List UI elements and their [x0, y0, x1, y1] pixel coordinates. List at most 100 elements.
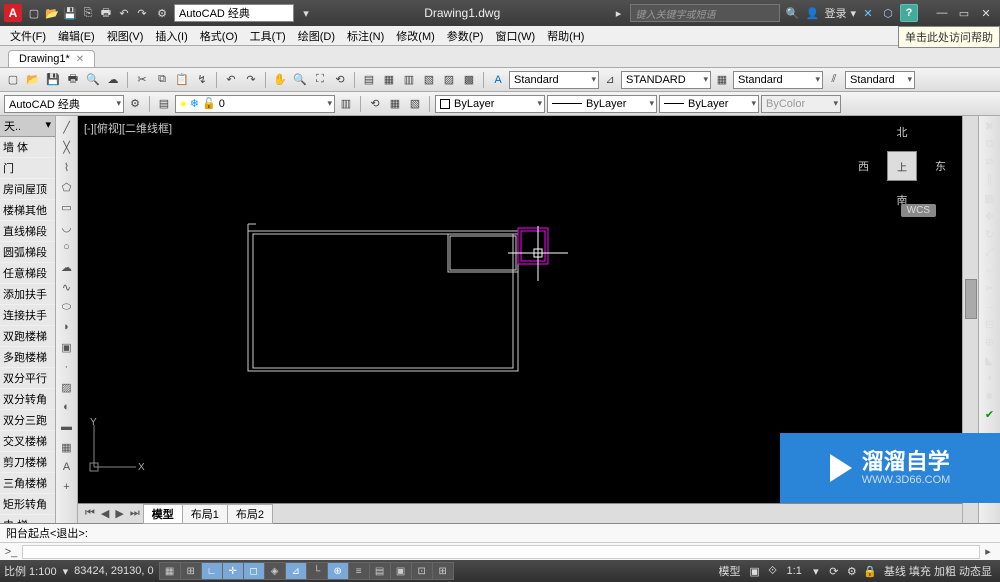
- explode-icon[interactable]: ✸: [982, 388, 998, 404]
- hatch-icon[interactable]: ▨: [58, 378, 76, 396]
- tab-first-icon[interactable]: ⏮: [82, 507, 98, 520]
- minimize-icon[interactable]: —: [932, 5, 952, 21]
- cut-icon[interactable]: ✂: [133, 71, 151, 89]
- table-icon[interactable]: ▦: [58, 438, 76, 456]
- ws-gear-icon[interactable]: ⚙: [126, 95, 144, 113]
- palette-menu-icon[interactable]: ▾: [45, 118, 51, 134]
- login-button[interactable]: 👤 登录 ▾: [804, 5, 856, 21]
- addsel-icon[interactable]: +: [58, 478, 76, 496]
- layout-quick-icon[interactable]: ▣: [747, 563, 763, 579]
- pline-icon[interactable]: ⌇: [58, 158, 76, 176]
- watermark-banner[interactable]: 溜溜自学 WWW.3D66.COM: [780, 433, 1000, 503]
- ortho-toggle[interactable]: ∟: [201, 562, 223, 580]
- arc-icon[interactable]: ◡: [58, 218, 76, 236]
- rotate-icon[interactable]: ↻: [982, 226, 998, 242]
- ws-switch-icon[interactable]: ⚙: [844, 563, 860, 579]
- layer-mgr-icon[interactable]: ▤: [155, 95, 173, 113]
- scale-icon[interactable]: ⤢: [982, 244, 998, 260]
- xline-icon[interactable]: ╳: [58, 138, 76, 156]
- anno-vis-icon[interactable]: ▾: [808, 563, 824, 579]
- spline-icon[interactable]: ∿: [58, 278, 76, 296]
- tab-last-icon[interactable]: ⏭: [127, 507, 143, 520]
- sc-toggle[interactable]: ⊡: [411, 562, 433, 580]
- linetype-dropdown[interactable]: ByLayer: [547, 95, 657, 113]
- undo2-icon[interactable]: ↶: [222, 71, 240, 89]
- help-icon[interactable]: ?: [900, 4, 918, 22]
- palette-item[interactable]: 添加扶手: [0, 284, 55, 305]
- textstyle-icon[interactable]: A: [489, 71, 507, 89]
- palette-item[interactable]: 任意梯段: [0, 263, 55, 284]
- menu-file[interactable]: 文件(F): [4, 28, 52, 44]
- anno-scale-icon[interactable]: ⟐: [765, 563, 781, 579]
- layer-iso-icon[interactable]: ▧: [406, 95, 424, 113]
- 3dosnap-toggle[interactable]: ◈: [264, 562, 286, 580]
- menu-window[interactable]: 窗口(W): [489, 28, 541, 44]
- new-icon[interactable]: ▢: [26, 5, 42, 21]
- palette-title[interactable]: 天..▾: [0, 116, 55, 137]
- toolpal-icon[interactable]: ▥: [400, 71, 418, 89]
- palette-item[interactable]: 双分平行: [0, 368, 55, 389]
- move-icon[interactable]: ✥: [982, 208, 998, 224]
- lwt-toggle[interactable]: ≡: [348, 562, 370, 580]
- workspace-icon[interactable]: ⚙: [154, 5, 170, 21]
- revcloud-icon[interactable]: ☁: [58, 258, 76, 276]
- cmd-menu-icon[interactable]: ▸: [980, 544, 996, 560]
- palette-item[interactable]: 矩形转角: [0, 494, 55, 515]
- break-icon[interactable]: ⊟: [982, 316, 998, 332]
- layer-prev-icon[interactable]: ⟲: [366, 95, 384, 113]
- palette-item[interactable]: 房间屋顶: [0, 179, 55, 200]
- menu-tools[interactable]: 工具(T): [244, 28, 292, 44]
- mlstyle-dropdown[interactable]: Standard: [845, 71, 915, 89]
- markup-icon[interactable]: ▨: [440, 71, 458, 89]
- zoom-prev-icon[interactable]: ⟲: [331, 71, 349, 89]
- snap-toggle[interactable]: ▦: [159, 562, 181, 580]
- palette-item[interactable]: 楼梯其他: [0, 200, 55, 221]
- rect-icon[interactable]: ▭: [58, 198, 76, 216]
- menu-dimension[interactable]: 标注(N): [341, 28, 390, 44]
- tablestyle-dropdown[interactable]: Standard: [733, 71, 823, 89]
- palette-item[interactable]: 电 梯: [0, 515, 55, 523]
- mirror-icon[interactable]: ⮂: [982, 154, 998, 170]
- document-tab[interactable]: Drawing1* ✕: [8, 50, 95, 67]
- polygon-icon[interactable]: ⬠: [58, 178, 76, 196]
- search-go-icon[interactable]: 🔍: [784, 5, 800, 21]
- palette-item[interactable]: 交叉楼梯: [0, 431, 55, 452]
- block-icon[interactable]: ▣: [58, 338, 76, 356]
- exchange-icon[interactable]: ✕: [860, 5, 876, 21]
- palette-item[interactable]: 多跑楼梯: [0, 347, 55, 368]
- save-icon[interactable]: 💾: [62, 5, 78, 21]
- dcenter-icon[interactable]: ▦: [380, 71, 398, 89]
- search-input[interactable]: 键入关键字或短语: [630, 4, 780, 22]
- menu-format[interactable]: 格式(O): [194, 28, 244, 44]
- print-icon[interactable]: 🖶: [98, 5, 114, 21]
- fillet-icon[interactable]: ◖: [982, 370, 998, 386]
- polar-toggle[interactable]: ✛: [222, 562, 244, 580]
- extend-icon[interactable]: →: [982, 298, 998, 314]
- palette-item[interactable]: 双分转角: [0, 389, 55, 410]
- ellipsearc-icon[interactable]: ◗: [58, 318, 76, 336]
- palette-item[interactable]: 门: [0, 158, 55, 179]
- command-input[interactable]: [22, 545, 980, 559]
- offset-icon[interactable]: ⫿: [982, 172, 998, 188]
- gradient-icon[interactable]: ◐: [58, 398, 76, 416]
- point-icon[interactable]: ·: [58, 358, 76, 376]
- tab-layout2[interactable]: 布局2: [227, 504, 273, 524]
- color-dropdown[interactable]: ByLayer: [435, 95, 545, 113]
- layer-tools-icon[interactable]: ▥: [337, 95, 355, 113]
- mlstyle-icon[interactable]: ⫽: [825, 71, 843, 89]
- preview-icon[interactable]: 🔍: [84, 71, 102, 89]
- close-icon[interactable]: ✕: [976, 5, 996, 21]
- trim-icon[interactable]: ✂: [982, 280, 998, 296]
- model-space-button[interactable]: 模型: [715, 563, 745, 579]
- palette-item[interactable]: 直线梯段: [0, 221, 55, 242]
- calc-icon[interactable]: ▩: [460, 71, 478, 89]
- palette-item[interactable]: 双跑楼梯: [0, 326, 55, 347]
- ucs-icon[interactable]: X Y: [86, 415, 146, 475]
- undo-icon[interactable]: ↶: [116, 5, 132, 21]
- props-icon[interactable]: ▤: [360, 71, 378, 89]
- dimstyle-icon[interactable]: ⊿: [601, 71, 619, 89]
- textstyle-dropdown[interactable]: Standard: [509, 71, 599, 89]
- array-icon[interactable]: ▦: [982, 190, 998, 206]
- scale-dropdown-icon[interactable]: ▾: [63, 565, 69, 578]
- lineweight-dropdown[interactable]: ByLayer: [659, 95, 759, 113]
